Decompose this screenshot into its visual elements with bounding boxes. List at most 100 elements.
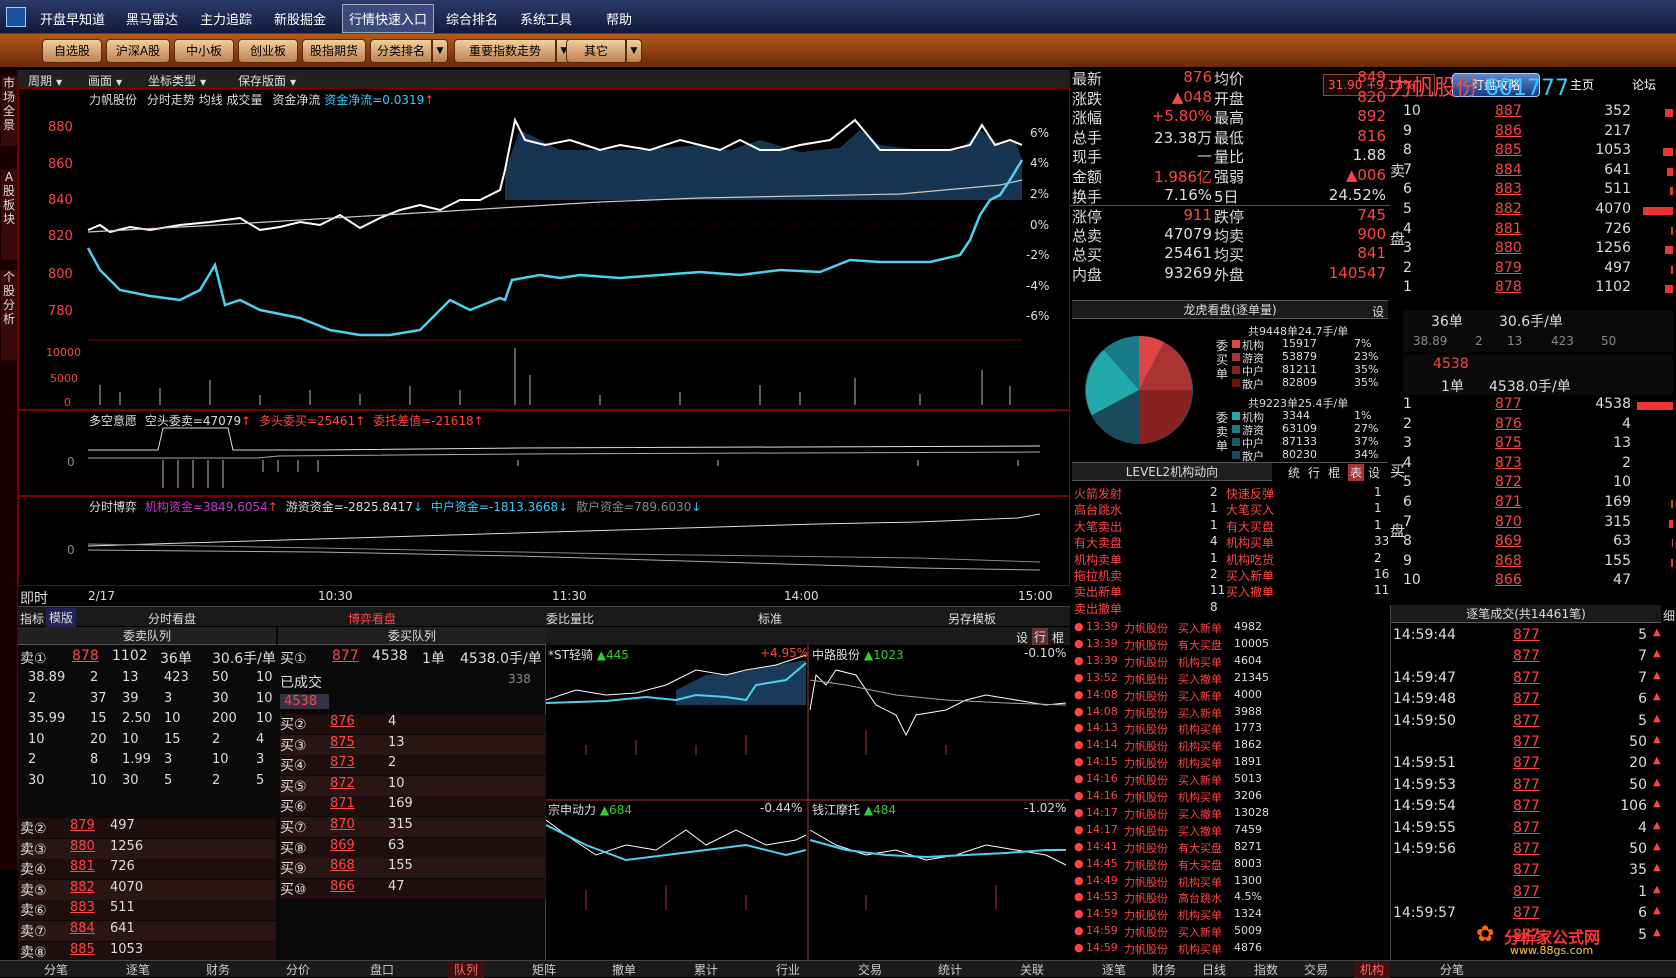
tab-save-template[interactable]: 另存模板 [948, 610, 996, 627]
sell-level[interactable]: 卖⑤ 882 4070 [18, 879, 276, 900]
mini-name[interactable]: 钱江摩托 [812, 803, 860, 817]
bottom-tab[interactable]: 累计 [694, 961, 718, 978]
bottom-tab[interactable]: 队列 [448, 961, 485, 978]
buy-level-row[interactable]: 5 872 10 [1403, 474, 1673, 494]
buy-level[interactable]: 买⑧ 869 63 [280, 837, 546, 858]
level2-tab[interactable]: 棍 [1328, 464, 1340, 481]
sell-level-row[interactable]: 3 880 1256 [1403, 240, 1673, 260]
sell-level-row[interactable]: 7 884 641 [1403, 162, 1673, 182]
bottom-tab[interactable]: 行业 [776, 961, 800, 978]
bottom-tab[interactable]: 关联 [1020, 961, 1044, 978]
bottom-tab[interactable]: 统计 [938, 961, 962, 978]
mini-set[interactable]: 设 [1016, 629, 1028, 646]
label: 机构卖单 [1074, 552, 1123, 567]
buy-level-row[interactable]: 10 866 47 [1403, 572, 1673, 592]
price: 870 [1495, 513, 1522, 530]
buy-level[interactable]: 买④ 873 2 [280, 755, 546, 776]
sell-level-row[interactable]: 9 886 217 [1403, 123, 1673, 143]
queue-cell: 30 [28, 773, 45, 788]
buy-level-row[interactable]: 6 871 169 [1403, 494, 1673, 514]
tick-row: 14:59:44 877 5 ▲ [1391, 627, 1676, 647]
bottom-tab[interactable]: 分价 [286, 961, 310, 978]
tab-standard[interactable]: 标准 [758, 610, 782, 627]
label: 高台跳水 [1074, 503, 1123, 518]
mini-name[interactable]: 宗申动力 [548, 803, 596, 817]
bottom-tab[interactable]: 矩阵 [532, 961, 556, 978]
buy-level[interactable]: 买② 876 4 [280, 714, 546, 734]
sell-level[interactable]: 卖③ 880 1256 [18, 838, 276, 859]
price: 877 [1513, 883, 1540, 900]
sell-level[interactable]: 卖⑦ 884 641 [18, 921, 276, 941]
bottom-tab[interactable]: 机构 [1354, 961, 1391, 978]
buy-level-row[interactable]: 2 876 4 [1403, 416, 1673, 436]
sell-level[interactable]: 卖④ 881 726 [18, 859, 276, 880]
bottom-tab[interactable]: 分笔 [44, 961, 68, 978]
buy-level[interactable]: 买⑨ 868 155 [280, 858, 546, 879]
time: 14:13 [1086, 721, 1118, 735]
buy-level-row[interactable]: 3 875 13 [1403, 435, 1673, 455]
mini-row[interactable]: 行 [1032, 628, 1049, 645]
bottom-tab[interactable]: 分笔 [1440, 961, 1464, 978]
event-row[interactable]: ● 14:59 力帆股份 机构买单 4876 [1072, 941, 1388, 961]
bottom-tab[interactable]: 逐笔 [1102, 961, 1126, 978]
time: 13:39 [1086, 636, 1118, 650]
dragon-set[interactable]: 设 [1372, 303, 1384, 320]
tab-template[interactable]: 模版 [46, 608, 77, 627]
level2-tab[interactable]: 表 [1348, 464, 1365, 481]
sell1-row[interactable]: 卖① 878 1102 36单 30.6手/单 [18, 648, 276, 668]
buy-level-row[interactable]: 1 877 4538 [1403, 396, 1673, 416]
sell-level[interactable]: 卖② 879 497 [18, 818, 276, 838]
tab-game-watch[interactable]: 博弈看盘 [348, 610, 396, 627]
bottom-tab[interactable]: 逐笔 [126, 961, 150, 978]
time: 14:59:47 [1393, 669, 1456, 686]
level2-tab[interactable]: 设 [1368, 464, 1380, 481]
mini-bar[interactable]: 棍 [1052, 629, 1064, 646]
quote-key: 开盘 [1214, 89, 1245, 108]
quote-key: 总卖 [1072, 226, 1103, 245]
volume: 10 [388, 775, 405, 791]
volume: 63 [1613, 533, 1631, 550]
bottom-tab[interactable]: 日线 [1202, 961, 1226, 978]
mini-name[interactable]: 中路股份 [812, 648, 860, 662]
count: 1 [1374, 517, 1382, 532]
buy-level[interactable]: 买③ 875 13 [280, 734, 546, 755]
buy-level[interactable]: 买⑥ 871 169 [280, 796, 546, 817]
ticks-detail[interactable]: 细 [1663, 607, 1675, 624]
bottom-tab[interactable]: 撤单 [612, 961, 636, 978]
level2-tab[interactable]: 统 [1288, 464, 1300, 481]
buy-level-row[interactable]: 9 868 155 [1403, 553, 1673, 573]
bottom-tab[interactable]: 交易 [1304, 961, 1328, 978]
volume: 87133 [1282, 435, 1317, 448]
level: 买④ [280, 758, 307, 775]
sell-level-row[interactable]: 2 879 497 [1403, 260, 1673, 280]
queue-row: 10 20 10 15 2 4 [18, 732, 276, 752]
buy-level-row[interactable]: 7 870 315 [1403, 514, 1673, 534]
sell-level-row[interactable]: 1 878 1102 [1403, 279, 1673, 299]
tab-intraday-watch[interactable]: 分时看盘 [148, 610, 196, 627]
buy-level-row[interactable]: 4 873 2 [1403, 455, 1673, 475]
type: 买入新单 [1178, 622, 1222, 635]
sell-level-row[interactable]: 8 885 1053 [1403, 142, 1673, 162]
realtime-label[interactable]: 即时 [20, 588, 48, 608]
tab-indicator[interactable]: 指标 [20, 610, 44, 627]
bottom-tab[interactable]: 盘口 [370, 961, 394, 978]
sell-level-row[interactable]: 10 887 352 [1403, 103, 1673, 123]
bottom-tab[interactable]: 指数 [1254, 961, 1278, 978]
buy-level[interactable]: 买⑩ 866 47 [280, 878, 546, 899]
sell-level[interactable]: 卖⑧ 885 1053 [18, 941, 276, 962]
buy-level-row[interactable]: 8 869 63 [1403, 533, 1673, 553]
tab-ratio[interactable]: 委比量比 [546, 610, 594, 627]
level2-tab[interactable]: 行 [1308, 464, 1320, 481]
sell-level-row[interactable]: 5 882 4070 [1403, 201, 1673, 221]
bottom-tab[interactable]: 财务 [206, 961, 230, 978]
sell-level[interactable]: 卖⑥ 883 511 [18, 900, 276, 921]
buy1-row[interactable]: 买① 877 4538 1单 4538.0手/单 [280, 648, 546, 668]
buy-level[interactable]: 买⑦ 870 315 [280, 817, 546, 837]
mini-name[interactable]: *ST轻骑 [548, 648, 593, 662]
event-dot-icon: ● [1074, 924, 1084, 938]
bottom-tab[interactable]: 交易 [858, 961, 882, 978]
bottom-tab[interactable]: 财务 [1152, 961, 1176, 978]
sell-level-row[interactable]: 4 881 726 [1403, 221, 1673, 241]
buy-level[interactable]: 买⑤ 872 10 [280, 775, 546, 796]
sell-level-row[interactable]: 6 883 511 [1403, 181, 1673, 201]
